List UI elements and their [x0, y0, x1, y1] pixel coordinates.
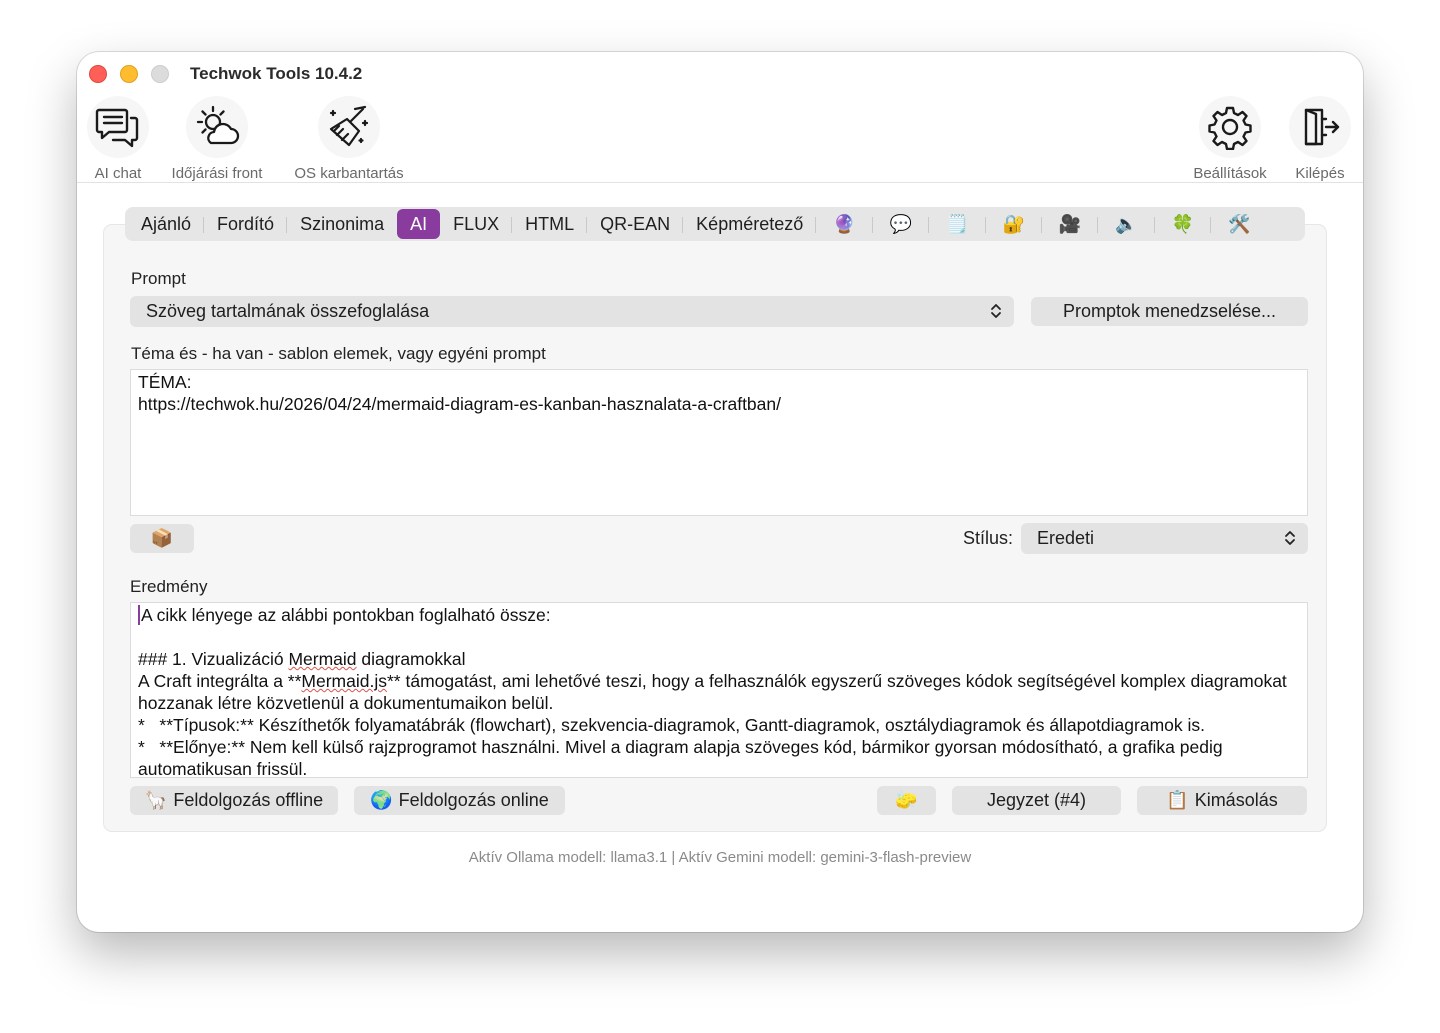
- toolbar-exit-button[interactable]: Kilépés: [1289, 96, 1351, 182]
- tab-html[interactable]: HTML: [512, 209, 588, 239]
- result-label: Eredmény: [130, 577, 208, 596]
- result-line: * **Előnye:** Nem kell külső rajzprogram…: [138, 737, 1228, 778]
- topic-textarea[interactable]: TÉMA: https://techwok.hu/2026/04/24/merm…: [130, 369, 1308, 516]
- toolbar-label: Beállítások: [1193, 165, 1267, 182]
- notepad-icon: 🗒️: [946, 213, 969, 234]
- process-offline-button[interactable]: 🦙 Feldolgozás offline: [130, 786, 338, 815]
- tab-label: QR-EAN: [600, 213, 671, 234]
- tab-kepmeretezo[interactable]: Képméretező: [683, 209, 817, 239]
- package-icon: 📦: [150, 528, 174, 548]
- tab-lock[interactable]: 🔐: [986, 209, 1042, 239]
- tab-speaker[interactable]: 🔈: [1098, 209, 1155, 239]
- clipboard-icon: 📋: [1166, 790, 1189, 810]
- text-caret: [138, 605, 140, 625]
- note-label: Jegyzet (#4): [986, 790, 1087, 810]
- result-blank-line: [138, 626, 1300, 648]
- lock-icon: 🔐: [1002, 213, 1025, 234]
- tab-speech-bubble[interactable]: 💬: [873, 209, 930, 239]
- broom-sparkle-icon: [318, 96, 380, 158]
- toolbar-label: Időjárási front: [171, 165, 263, 182]
- result-line-text: A cikk lényege az alábbi pontokban fogla…: [141, 605, 551, 625]
- tab-notepad[interactable]: 🗒️: [929, 209, 986, 239]
- minimize-window-button[interactable]: [120, 65, 138, 83]
- toolbar-label: Kilépés: [1295, 165, 1345, 182]
- result-textarea[interactable]: A cikk lényege az alábbi pontokban fogla…: [130, 602, 1308, 778]
- speaker-icon: 🔈: [1115, 213, 1138, 234]
- tab-label: Fordító: [217, 213, 275, 234]
- result-line: * **Típusok:** Készíthetők folyamatábrák…: [138, 715, 1205, 735]
- toolbar-label: AI chat: [94, 165, 142, 182]
- tab-label: AI: [410, 213, 428, 234]
- tab-qr-ean[interactable]: QR-EAN: [587, 209, 684, 239]
- process-online-label: Feldolgozás online: [398, 790, 549, 810]
- tab-bar: Ajánló Fordító Szinonima AI FLUX HTML QR…: [125, 207, 1305, 241]
- tab-movie-camera[interactable]: 🎥: [1042, 209, 1099, 239]
- window-title: Techwok Tools 10.4.2: [190, 64, 363, 83]
- llama-icon: 🦙: [144, 790, 168, 810]
- process-online-button[interactable]: 🌍 Feldolgozás online: [354, 786, 565, 815]
- result-line-text: ### 1. Vizualizáció: [138, 649, 289, 669]
- crystal-ball-icon: 🔮: [833, 213, 856, 234]
- tab-label: Szinonima: [300, 213, 385, 234]
- chat-bubbles-icon: [87, 96, 149, 158]
- close-window-button[interactable]: [89, 65, 107, 83]
- tab-label: FLUX: [453, 213, 500, 234]
- style-selected-value: Eredeti: [1037, 528, 1095, 548]
- tab-tools[interactable]: 🛠️: [1211, 209, 1267, 239]
- note-button[interactable]: Jegyzet (#4): [952, 786, 1121, 815]
- package-button[interactable]: 📦: [130, 524, 194, 553]
- clear-button[interactable]: 🧽: [877, 786, 936, 815]
- toolbar-weather-front-button[interactable]: Időjárási front: [167, 96, 267, 182]
- tab-ajanlo[interactable]: Ajánló: [128, 209, 205, 239]
- tab-label: Ajánló: [141, 213, 192, 234]
- globe-icon: 🌍: [370, 790, 393, 810]
- result-line: ### 1. Vizualizáció Mermaid diagramokkal: [138, 648, 1300, 670]
- chevron-updown-icon: [991, 304, 1001, 318]
- result-line-text: A Craft integrálta a **: [138, 671, 302, 691]
- tab-label: HTML: [525, 213, 575, 234]
- result-line-text: diagramokkal: [356, 649, 466, 669]
- copy-button[interactable]: 📋 Kimásolás: [1137, 786, 1307, 815]
- manage-prompts-button[interactable]: Promptok menedzselése...: [1031, 297, 1308, 326]
- prompt-selected-value: Szöveg tartalmának összefoglalása: [146, 301, 430, 321]
- chevron-updown-icon: [1285, 531, 1295, 545]
- tab-clover[interactable]: 🍀: [1155, 209, 1212, 239]
- toolbar-divider: [77, 182, 1363, 183]
- tab-flux[interactable]: FLUX: [440, 209, 513, 239]
- app-window: Techwok Tools 10.4.2 AI chat Időjárási f…: [77, 52, 1363, 932]
- style-select[interactable]: Eredeti: [1021, 523, 1308, 554]
- weather-sun-cloud-icon: [186, 96, 248, 158]
- status-bar-text: Aktív Ollama modell: llama3.1 | Aktív Ge…: [468, 849, 972, 866]
- sponge-icon: 🧽: [895, 790, 918, 810]
- topic-label: Téma és - ha van - sablon elemek, vagy e…: [131, 344, 546, 363]
- prompt-select[interactable]: Szöveg tartalmának összefoglalása: [130, 296, 1014, 327]
- zoom-window-button[interactable]: [151, 65, 169, 83]
- result-line: A Craft integrálta a **Mermaid.js** támo…: [138, 670, 1300, 714]
- exit-door-icon: [1289, 96, 1351, 158]
- misspelled-word: Mermaid: [288, 649, 357, 669]
- tab-label: Képméretező: [696, 213, 804, 234]
- copy-label: Kimásolás: [1194, 790, 1278, 810]
- clover-icon: 🍀: [1171, 213, 1195, 234]
- toolbar-label: OS karbantartás: [294, 165, 404, 182]
- tab-crystal-ball[interactable]: 🔮: [816, 209, 873, 239]
- speech-bubble-icon: 💬: [889, 213, 913, 234]
- style-label: Stílus:: [963, 528, 1014, 548]
- title-bar[interactable]: Techwok Tools 10.4.2: [77, 52, 1363, 96]
- toolbar-ai-chat-button[interactable]: AI chat: [87, 96, 149, 182]
- prompt-label: Prompt: [131, 269, 186, 288]
- toolbar-os-maintenance-button[interactable]: OS karbantartás: [289, 96, 409, 182]
- tab-ai[interactable]: AI: [397, 209, 441, 239]
- misspelled-word: Mermaid.js: [301, 671, 387, 691]
- process-offline-label: Feldolgozás offline: [173, 790, 324, 810]
- movie-camera-icon: 🎥: [1058, 213, 1082, 234]
- tools-icon: 🛠️: [1228, 213, 1251, 234]
- toolbar-settings-button[interactable]: Beállítások: [1187, 96, 1273, 182]
- result-line: A cikk lényege az alábbi pontokban fogla…: [138, 604, 1300, 626]
- gear-icon: [1199, 96, 1261, 158]
- tab-fordito[interactable]: Fordító: [204, 209, 288, 239]
- tab-szinonima[interactable]: Szinonima: [287, 209, 397, 239]
